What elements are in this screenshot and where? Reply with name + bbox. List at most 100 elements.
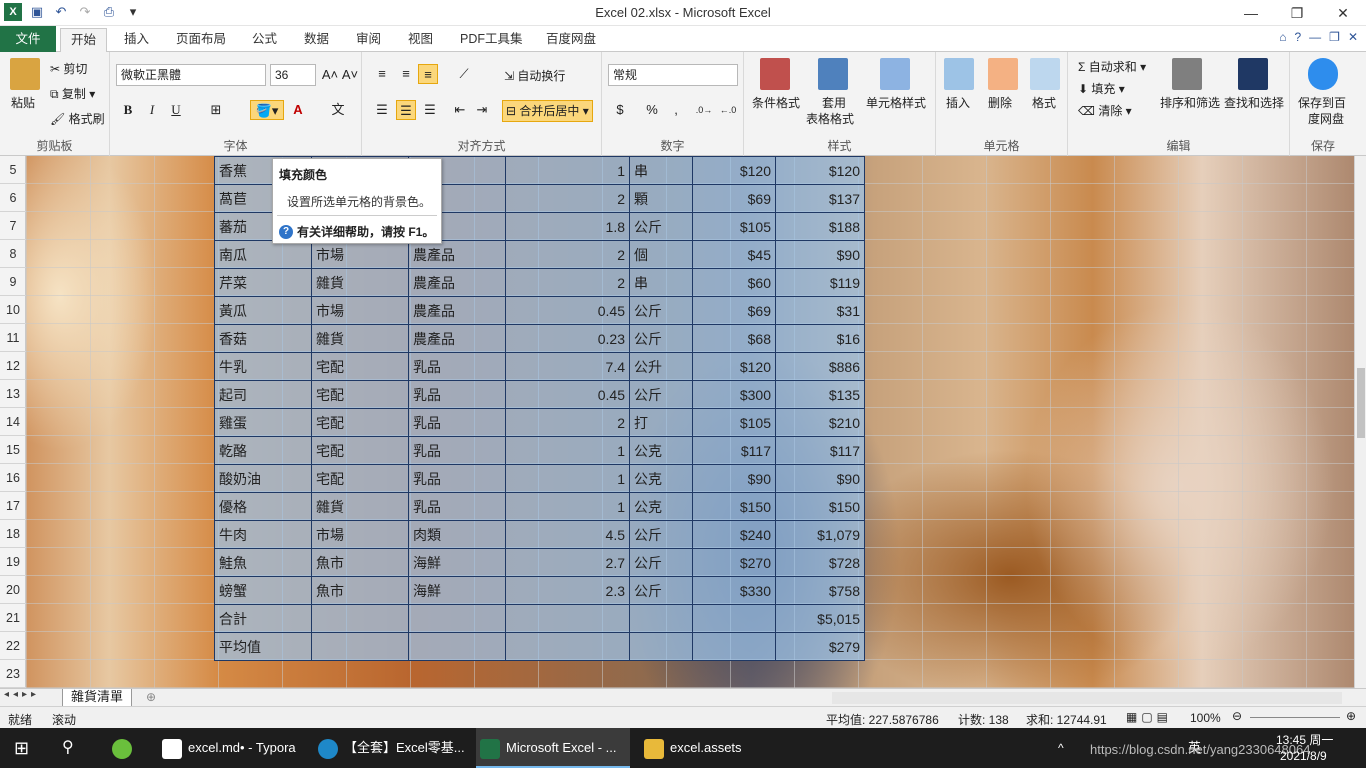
insert-cells-button[interactable]: 插入 — [946, 94, 970, 111]
table-cell[interactable] — [311, 604, 409, 633]
taskbar-typora[interactable]: excel.md• - Typora — [158, 728, 306, 768]
row-header[interactable]: 16 — [0, 464, 26, 492]
tab-review[interactable]: 审阅 — [346, 28, 391, 52]
row-header[interactable]: 22 — [0, 632, 26, 660]
table-cell[interactable]: 乳品 — [408, 408, 506, 437]
taskbar-folder[interactable]: excel.assets — [640, 728, 780, 768]
taskbar-edge[interactable]: 【全套】Excel零基... — [314, 728, 470, 768]
table-cell[interactable]: $119 — [775, 268, 865, 297]
font-name-select[interactable]: 微軟正黑體 — [116, 64, 266, 86]
table-cell[interactable]: 公斤 — [629, 212, 693, 241]
autosum-button[interactable]: Σ 自动求和 ▾ — [1078, 58, 1146, 75]
save-to-netdisk-label1[interactable]: 保存到百 — [1298, 94, 1346, 111]
search-icon[interactable]: ⚲ — [62, 728, 74, 768]
format-as-table-label1[interactable]: 套用 — [822, 94, 846, 111]
clock-date[interactable]: 2021/8/9 — [1280, 749, 1327, 763]
taskbar-excel[interactable]: Microsoft Excel - ... — [476, 728, 630, 768]
table-cell[interactable]: 公斤 — [629, 548, 693, 577]
table-cell[interactable]: 2 — [505, 240, 630, 269]
table-cell[interactable]: 魚市 — [311, 576, 409, 605]
collapse-ribbon-icon[interactable]: ⌂ — [1279, 30, 1286, 44]
row-header[interactable]: 14 — [0, 408, 26, 436]
table-cell[interactable]: $279 — [775, 632, 865, 661]
phonetic-icon[interactable]: 文 — [328, 100, 348, 120]
conditional-formatting-button[interactable]: 条件格式 — [752, 94, 800, 111]
table-cell[interactable]: 芹菜 — [214, 268, 312, 297]
table-cell[interactable]: 乳品 — [408, 380, 506, 409]
comma-format-icon[interactable]: , — [666, 100, 686, 120]
row-header[interactable]: 7 — [0, 212, 26, 240]
align-center-icon[interactable]: ☰ — [396, 100, 416, 120]
table-cell[interactable]: 0.45 — [505, 380, 630, 409]
table-cell[interactable]: 螃蟹 — [214, 576, 312, 605]
table-cell[interactable]: $105 — [692, 212, 776, 241]
table-cell[interactable]: 串 — [629, 156, 693, 185]
zoom-level[interactable]: 100% — [1190, 711, 1221, 725]
orientation-icon[interactable]: ⟋ — [454, 64, 474, 84]
table-cell[interactable]: 農產品 — [408, 296, 506, 325]
help-icon[interactable]: ? — [1294, 30, 1301, 44]
table-cell[interactable]: 2 — [505, 268, 630, 297]
table-cell[interactable]: 宅配 — [311, 408, 409, 437]
tab-data[interactable]: 数据 — [294, 28, 339, 52]
table-cell[interactable]: $90 — [775, 464, 865, 493]
table-cell[interactable]: 市場 — [311, 240, 409, 269]
table-cell[interactable]: $135 — [775, 380, 865, 409]
tab-file[interactable]: 文件 — [0, 26, 56, 52]
tab-insert[interactable]: 插入 — [114, 28, 159, 52]
table-cell[interactable] — [629, 604, 693, 633]
table-cell[interactable]: $150 — [692, 492, 776, 521]
table-cell[interactable]: 平均值 — [214, 632, 312, 661]
percent-format-icon[interactable]: % — [642, 100, 662, 120]
table-cell[interactable]: 1.8 — [505, 212, 630, 241]
table-cell[interactable]: 牛乳 — [214, 352, 312, 381]
table-cell[interactable] — [505, 632, 630, 661]
table-cell[interactable]: 雜貨 — [311, 492, 409, 521]
cell-styles-icon[interactable] — [880, 58, 910, 90]
table-cell[interactable]: 1 — [505, 464, 630, 493]
worksheet[interactable]: 567891011121314151617181920212223 香蕉品1串$… — [0, 156, 1366, 688]
merge-center-button[interactable]: ⊟ 合并后居中 ▾ — [502, 100, 593, 122]
baidu-netdisk-icon[interactable] — [1308, 58, 1338, 90]
tab-formulas[interactable]: 公式 — [242, 28, 287, 52]
table-cell[interactable]: 黃瓜 — [214, 296, 312, 325]
table-cell[interactable]: $117 — [775, 436, 865, 465]
format-cells-button[interactable]: 格式 — [1032, 94, 1056, 111]
row-header[interactable]: 13 — [0, 380, 26, 408]
table-cell[interactable]: 南瓜 — [214, 240, 312, 269]
table-cell[interactable]: 宅配 — [311, 380, 409, 409]
paste-button[interactable]: 粘贴 — [11, 94, 35, 111]
table-cell[interactable]: 市場 — [311, 520, 409, 549]
table-cell[interactable]: $300 — [692, 380, 776, 409]
table-cell[interactable] — [311, 632, 409, 661]
row-header[interactable]: 18 — [0, 520, 26, 548]
format-cells-icon[interactable] — [1030, 58, 1060, 90]
table-cell[interactable]: 公升 — [629, 352, 693, 381]
close-icon[interactable]: ✕ — [1320, 0, 1366, 26]
vertical-scroll-thumb[interactable] — [1357, 368, 1365, 438]
view-buttons-icon[interactable]: ▦▢▤ — [1126, 710, 1172, 724]
grow-font-icon[interactable]: A˄ — [320, 65, 340, 85]
new-sheet-icon[interactable]: ⊕ — [146, 690, 156, 704]
row-header[interactable]: 8 — [0, 240, 26, 268]
row-header[interactable]: 9 — [0, 268, 26, 296]
table-cell[interactable]: 2.7 — [505, 548, 630, 577]
table-cell[interactable]: 4.5 — [505, 520, 630, 549]
decrease-decimal-icon[interactable]: ←.0 — [718, 100, 738, 120]
table-cell[interactable]: 乳品 — [408, 492, 506, 521]
table-cell[interactable] — [408, 604, 506, 633]
table-cell[interactable]: 公克 — [629, 492, 693, 521]
tab-view[interactable]: 视图 — [398, 28, 443, 52]
table-cell[interactable]: 海鮮 — [408, 576, 506, 605]
table-cell[interactable]: 7.4 — [505, 352, 630, 381]
horizontal-scrollbar[interactable] — [832, 692, 1342, 704]
table-cell[interactable]: 農產品 — [408, 324, 506, 353]
table-cell[interactable]: $117 — [692, 436, 776, 465]
insert-cells-icon[interactable] — [944, 58, 974, 90]
restore-icon[interactable]: ❐ — [1274, 0, 1320, 26]
find-select-icon[interactable] — [1238, 58, 1268, 90]
row-header[interactable]: 23 — [0, 660, 26, 688]
row-header[interactable]: 10 — [0, 296, 26, 324]
table-cell[interactable]: 公斤 — [629, 324, 693, 353]
table-cell[interactable]: 雜貨 — [311, 324, 409, 353]
